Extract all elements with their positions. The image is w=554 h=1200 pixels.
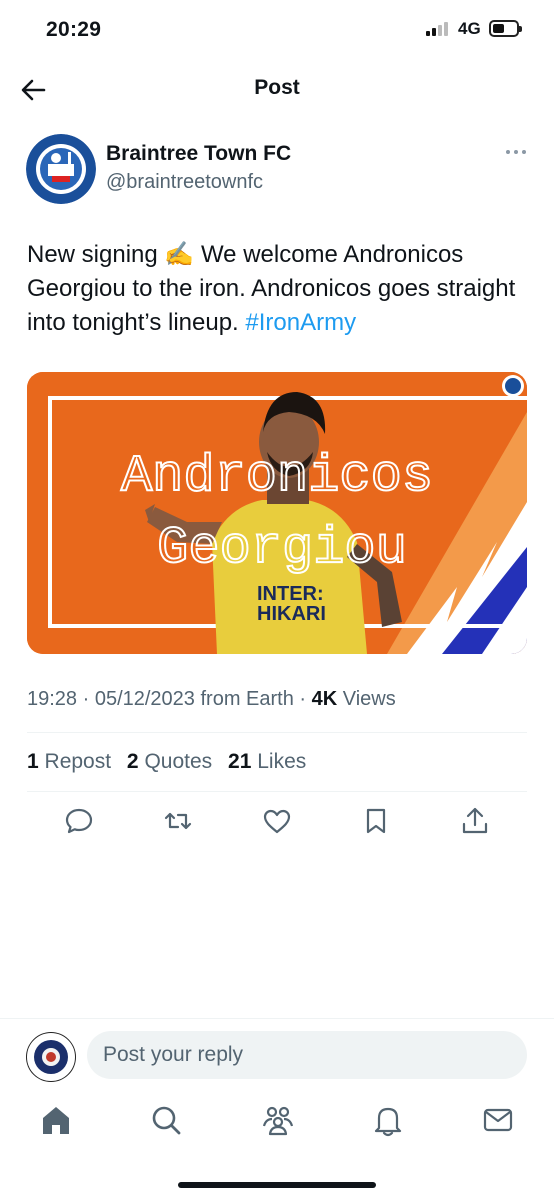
graphic-line-2: Georgiou — [157, 519, 407, 578]
reply-input[interactable] — [87, 1031, 527, 1079]
divider — [27, 791, 527, 792]
messages-icon[interactable] — [478, 1100, 518, 1140]
post-timestamp: 19:28 · 05/12/2023 from Earth · — [27, 688, 312, 710]
graphic-line-1: Andronicos — [121, 447, 433, 506]
network-type: 4G — [458, 19, 481, 38]
views-label: Views — [337, 688, 396, 710]
reposts-label: Repost — [44, 750, 112, 773]
page-title: Post — [254, 76, 300, 99]
shirt-sponsor-1: INTER: — [257, 583, 324, 605]
like-icon[interactable] — [261, 805, 293, 837]
quotes-count: 2 — [126, 750, 139, 773]
reposts-count: 1 — [27, 750, 39, 773]
quotes-label: Quotes — [144, 750, 213, 773]
club-crest-icon — [26, 134, 96, 204]
post-meta: 19:28 · 05/12/2023 from Earth · 4K Views — [27, 688, 396, 711]
status-bar: 20:29 4G — [0, 0, 554, 62]
user-avatar[interactable] — [26, 1032, 76, 1082]
author-avatar[interactable] — [26, 134, 96, 204]
top-bar: Post — [0, 62, 554, 118]
signal-icon — [426, 22, 448, 36]
shirt-sponsor-2: HIKARI — [257, 603, 326, 625]
home-icon[interactable] — [36, 1100, 76, 1140]
communities-icon[interactable] — [258, 1100, 298, 1140]
reply-bar — [0, 1018, 554, 1091]
views-count: 4K — [311, 688, 338, 710]
reply-icon[interactable] — [63, 805, 95, 837]
post-image[interactable]: INTER: HIKARI Andronicos Georgiou — [27, 372, 527, 654]
status-time: 20:29 — [46, 18, 102, 41]
signing-graphic: INTER: HIKARI Andronicos Georgiou — [27, 372, 527, 654]
reposts-stat[interactable]: 1 Repost — [27, 750, 111, 774]
author-name[interactable]: Braintree Town FC — [106, 142, 291, 166]
likes-stat[interactable]: 21 Likes — [228, 750, 306, 774]
likes-count: 21 — [228, 750, 252, 773]
share-icon[interactable] — [459, 805, 491, 837]
engagement-stats: 1 Repost 2 Quotes 21 Likes — [27, 750, 316, 774]
user-avatar-image — [26, 1032, 76, 1082]
repost-icon[interactable] — [162, 805, 194, 837]
search-icon[interactable] — [146, 1100, 186, 1140]
bookmark-icon[interactable] — [360, 805, 392, 837]
post-text: New signing ✍️ We welcome Andronicos Geo… — [27, 238, 527, 340]
notifications-icon[interactable] — [368, 1100, 408, 1140]
more-options-icon[interactable] — [501, 140, 531, 164]
home-indicator — [178, 1182, 376, 1188]
battery-icon — [489, 20, 522, 37]
bottom-tab-bar — [0, 1094, 554, 1154]
quotes-stat[interactable]: 2 Quotes — [127, 750, 212, 774]
divider — [27, 732, 527, 733]
action-bar — [0, 805, 554, 841]
hashtag-link[interactable]: #IronArmy — [245, 309, 356, 336]
author-handle[interactable]: @braintreetownfc — [106, 171, 263, 194]
likes-label: Likes — [257, 750, 307, 773]
